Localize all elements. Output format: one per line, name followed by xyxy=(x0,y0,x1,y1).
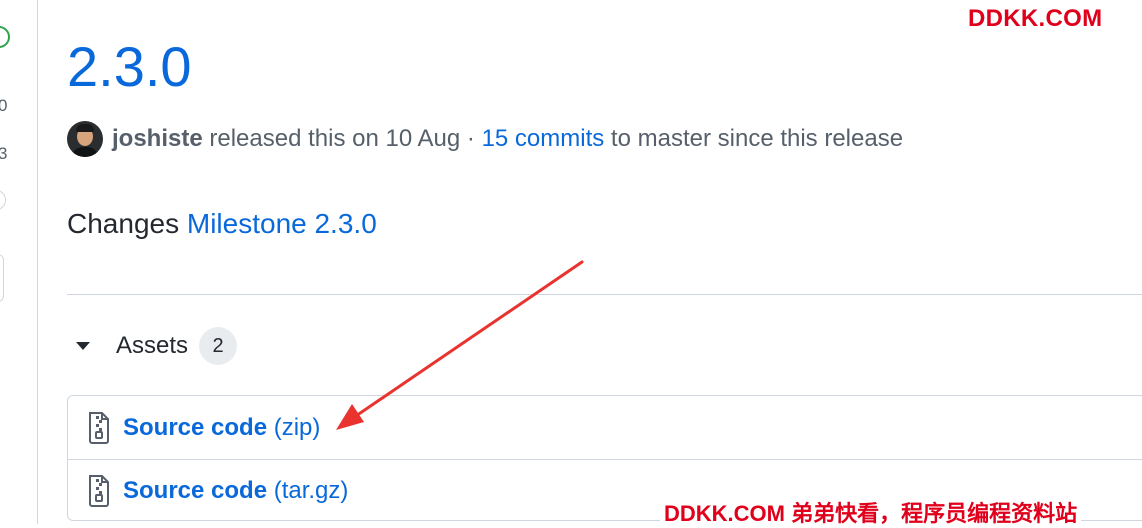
asset-ext-targz[interactable]: (tar.gz) xyxy=(267,477,349,505)
author-link[interactable]: joshiste xyxy=(112,125,203,153)
cropped-circle-icon xyxy=(0,190,6,210)
cropped-text-fragment: 3 xyxy=(0,144,7,164)
release-body: Changes Milestone 2.3.0 xyxy=(67,208,377,240)
milestone-link[interactable]: Milestone 2.3.0 xyxy=(187,208,377,239)
asset-link-source-zip[interactable]: Source code xyxy=(123,414,267,442)
cropped-text-fragment: 0 xyxy=(0,96,7,116)
released-text: released this on 10 Aug · xyxy=(202,125,482,152)
left-sidebar-cropped: 0 3 xyxy=(0,0,38,524)
cropped-box xyxy=(0,254,4,302)
changes-label: Changes xyxy=(67,208,187,239)
asset-ext-zip[interactable]: (zip) xyxy=(267,414,321,442)
commits-link[interactable]: 15 commits xyxy=(482,125,605,153)
assets-count-badge: 2 xyxy=(199,327,238,365)
divider xyxy=(67,294,1142,295)
assets-toggle[interactable]: Assets 2 xyxy=(72,326,238,366)
watermark-bottom: DDKK.COM 弟弟快看，程序员编程资料站 xyxy=(660,496,1082,528)
file-zip-icon xyxy=(89,411,109,444)
release-version-title[interactable]: 2.3.0 xyxy=(67,32,192,102)
avatar[interactable] xyxy=(67,121,103,157)
watermark-top: DDKK.COM xyxy=(968,5,1103,32)
commits-suffix-text: to master since this release xyxy=(604,125,904,152)
triangle-down-icon[interactable] xyxy=(76,342,90,350)
asset-link-source-targz[interactable]: Source code xyxy=(123,477,267,505)
file-zip-icon xyxy=(89,474,109,507)
release-meta: joshiste released this on 10 Aug · 15 co… xyxy=(67,120,903,158)
asset-row-zip[interactable]: Source code (zip) xyxy=(68,396,1142,460)
assets-title: Assets xyxy=(116,332,189,359)
status-circle-icon xyxy=(0,26,10,48)
